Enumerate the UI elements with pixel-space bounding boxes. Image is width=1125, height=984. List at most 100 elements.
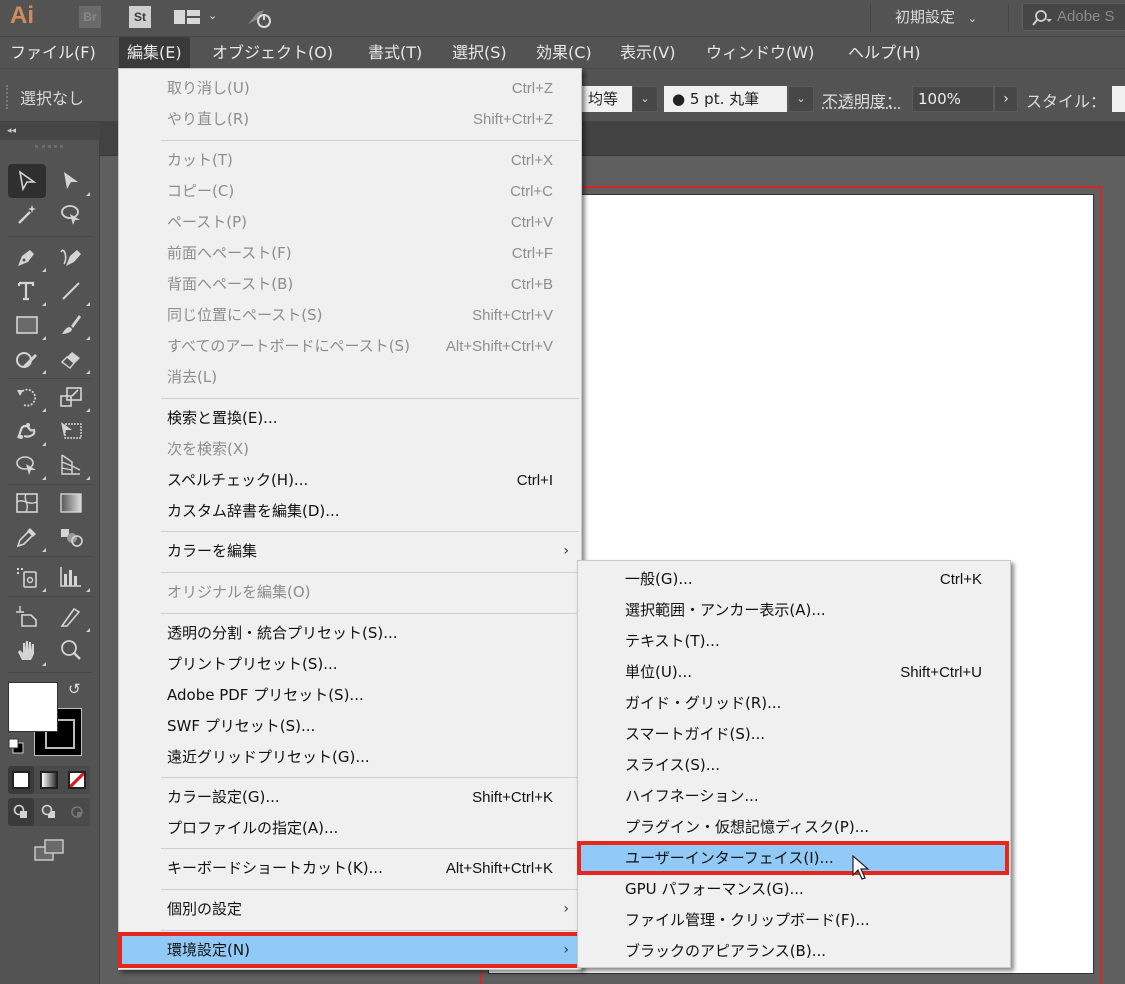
menu-item-paste[interactable]: ペースト(P) Ctrl+V: [119, 207, 581, 238]
menu-item-redo[interactable]: やり直し(R) Shift+Ctrl+Z: [119, 104, 581, 135]
menu-item-selection-anchor-display[interactable]: 選択範囲・アンカー表示(A)...: [578, 595, 1010, 626]
gradient-mode-button[interactable]: [36, 766, 62, 794]
shaper-tool[interactable]: [8, 342, 46, 376]
arrange-documents-icon[interactable]: [174, 10, 200, 24]
menu-item-flattener-presets[interactable]: 透明の分割・統合プリセット(S)...: [119, 618, 581, 649]
opacity-input[interactable]: 100%: [912, 86, 994, 112]
chevron-down-icon[interactable]: ⌄: [208, 9, 217, 22]
menu-item-copy[interactable]: コピー(C) Ctrl+C: [119, 176, 581, 207]
menu-item-file-handling-clipboard[interactable]: ファイル管理・クリップボード(F)...: [578, 905, 1010, 936]
fill-color-swatch[interactable]: [8, 682, 58, 732]
menu-item-find-replace[interactable]: 検索と置換(E)...: [119, 403, 581, 434]
menu-window[interactable]: ウィンドウ(W): [698, 37, 822, 69]
draw-behind-button[interactable]: [36, 798, 62, 826]
artboard-tool[interactable]: [8, 600, 46, 634]
draw-inside-button[interactable]: [64, 798, 90, 826]
brush-definition-select[interactable]: ● 5 pt. 丸筆: [664, 86, 787, 112]
menu-view[interactable]: 表示(V): [612, 37, 683, 69]
menu-item-custom-dictionary[interactable]: カスタム辞書を編集(D)...: [119, 496, 581, 527]
free-transform-tool[interactable]: [52, 414, 90, 448]
swap-fill-stroke-icon[interactable]: ↺: [68, 680, 81, 698]
scale-tool[interactable]: [52, 380, 90, 414]
default-fill-stroke-icon[interactable]: [8, 738, 24, 754]
paintbrush-tool[interactable]: [52, 308, 90, 342]
bridge-button[interactable]: Br: [79, 6, 101, 28]
menu-item-paste-in-front[interactable]: 前面へペースト(F) Ctrl+F: [119, 238, 581, 269]
symbol-sprayer-tool[interactable]: [8, 560, 46, 594]
type-tool[interactable]: [8, 274, 46, 308]
menu-item-assign-profile[interactable]: プロファイルの指定(A)...: [119, 813, 581, 844]
column-graph-tool[interactable]: [52, 560, 90, 594]
opacity-slider-button[interactable]: ›: [994, 86, 1018, 112]
stock-button[interactable]: St: [129, 6, 151, 28]
menu-item-perspective-grid-presets[interactable]: 遠近グリッドプリセット(G)...: [119, 742, 581, 773]
menu-item-paste-all-artboards[interactable]: すべてのアートボードにペースト(S) Alt+Shift+Ctrl+V: [119, 331, 581, 362]
rectangle-tool[interactable]: [8, 308, 46, 342]
workspace-switcher[interactable]: 初期設定 ⌄: [895, 6, 977, 27]
stroke-profile-dropdown[interactable]: ⌄: [632, 86, 658, 112]
blend-tool[interactable]: [52, 520, 90, 554]
menu-item-cut[interactable]: カット(T) Ctrl+X: [119, 145, 581, 176]
menu-item-paste-in-place[interactable]: 同じ位置にペースト(S) Shift+Ctrl+V: [119, 300, 581, 331]
rotate-tool[interactable]: [8, 380, 46, 414]
menu-item-plugins-scratch-disks[interactable]: プラグイン・仮想記憶ディスク(P)...: [578, 812, 1010, 843]
menu-edit[interactable]: 編集(E): [119, 37, 190, 69]
menu-effect[interactable]: 効果(C): [528, 37, 600, 69]
menu-item-general[interactable]: 一般(G)... Ctrl+K: [578, 564, 1010, 595]
eyedropper-tool[interactable]: [8, 520, 46, 554]
menu-item-spell-check[interactable]: スペルチェック(H)... Ctrl+I: [119, 465, 581, 496]
brush-definition-dropdown[interactable]: ⌄: [788, 86, 814, 112]
menu-item-appearance-of-black[interactable]: ブラックのアピアランス(B)...: [578, 936, 1010, 967]
menu-item-units[interactable]: 単位(U)... Shift+Ctrl+U: [578, 657, 1010, 688]
menu-item-keyboard-shortcuts[interactable]: キーボードショートカット(K)... Alt+Shift+Ctrl+K: [119, 853, 581, 884]
lasso-tool[interactable]: [52, 198, 90, 232]
none-mode-button[interactable]: [64, 766, 90, 794]
menu-item-guides-grid[interactable]: ガイド・グリッド(R)...: [578, 688, 1010, 719]
menu-item-clear[interactable]: 消去(L): [119, 362, 581, 393]
puppet-warp-tool[interactable]: [8, 414, 46, 448]
opacity-label[interactable]: 不透明度：: [822, 88, 902, 112]
gpu-performance-icon[interactable]: [244, 6, 276, 30]
toolbox-collapse-button[interactable]: ◂◂: [0, 122, 100, 140]
menu-item-swf-presets[interactable]: SWF プリセット(S)...: [119, 711, 581, 742]
perspective-grid-tool[interactable]: [52, 448, 90, 482]
screen-mode-icon[interactable]: [33, 838, 65, 862]
stroke-profile-select[interactable]: 均等: [580, 86, 632, 112]
hand-tool[interactable]: [8, 634, 46, 668]
panel-grip[interactable]: [6, 85, 9, 109]
zoom-tool[interactable]: [52, 634, 90, 668]
gradient-tool[interactable]: [52, 486, 90, 520]
direct-selection-tool[interactable]: [52, 164, 90, 198]
menu-item-preferences[interactable]: 環境設定(N) ›: [118, 932, 582, 968]
draw-normal-button[interactable]: [8, 798, 34, 826]
shape-builder-tool[interactable]: [8, 448, 46, 482]
eraser-tool[interactable]: [52, 342, 90, 376]
color-mode-button[interactable]: [8, 766, 34, 794]
menu-item-gpu-performance[interactable]: GPU パフォーマンス(G)...: [578, 874, 1010, 905]
mesh-tool[interactable]: [8, 486, 46, 520]
menu-item-edit-original[interactable]: オリジナルを編集(O): [119, 577, 581, 608]
menu-select[interactable]: 選択(S): [444, 37, 515, 69]
menu-item-smart-guides[interactable]: スマートガイド(S)...: [578, 719, 1010, 750]
menu-item-slices[interactable]: スライス(S)...: [578, 750, 1010, 781]
menu-item-edit-colors[interactable]: カラーを編集 ›: [119, 536, 581, 567]
menu-type[interactable]: 書式(T): [360, 37, 430, 69]
menu-item-pdf-presets[interactable]: Adobe PDF プリセット(S)...: [119, 680, 581, 711]
menu-item-user-interface[interactable]: ユーザーインターフェイス(I)...: [577, 841, 1009, 875]
toolbox-grip[interactable]: [35, 145, 63, 150]
adobe-stock-search-input[interactable]: Adobe S: [1022, 3, 1125, 31]
menu-item-hyphenation[interactable]: ハイフネーション...: [578, 781, 1010, 812]
pen-tool[interactable]: [8, 240, 46, 274]
menu-object[interactable]: オブジェクト(O): [204, 37, 341, 69]
curvature-tool[interactable]: [52, 240, 90, 274]
menu-item-paste-in-back[interactable]: 背面へペースト(B) Ctrl+B: [119, 269, 581, 300]
menu-item-undo[interactable]: 取り消し(U) Ctrl+Z: [119, 73, 581, 104]
menu-item-color-settings[interactable]: カラー設定(G)... Shift+Ctrl+K: [119, 782, 581, 813]
graphic-style-swatch[interactable]: [1112, 86, 1125, 112]
menu-item-my-settings[interactable]: 個別の設定 ›: [119, 894, 581, 925]
line-segment-tool[interactable]: [52, 274, 90, 308]
menu-item-print-presets[interactable]: プリントプリセット(S)...: [119, 649, 581, 680]
menu-item-text[interactable]: テキスト(T)...: [578, 626, 1010, 657]
menu-file[interactable]: ファイル(F): [2, 37, 104, 69]
selection-tool[interactable]: [8, 164, 46, 198]
